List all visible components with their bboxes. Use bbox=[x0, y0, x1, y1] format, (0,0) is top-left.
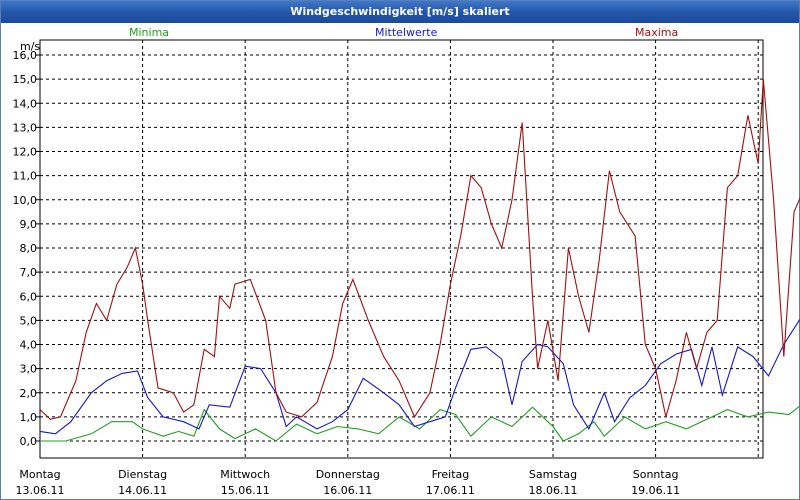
y-tick-label: 13,0 bbox=[13, 121, 38, 134]
y-tick-label: 11,0 bbox=[13, 170, 38, 183]
wind-speed-chart: m/s0,01,02,03,04,05,06,07,08,09,010,011,… bbox=[13, 39, 800, 497]
y-tick-label: 4,0 bbox=[20, 339, 38, 352]
y-tick-label: 9,0 bbox=[20, 218, 38, 231]
x-tick-day-label: Sonntag bbox=[633, 468, 679, 481]
x-tick-date-label: 14.06.11 bbox=[118, 484, 167, 497]
y-tick-label: 6,0 bbox=[20, 290, 38, 303]
maxima-series-line bbox=[39, 79, 800, 420]
y-tick-label: 7,0 bbox=[20, 266, 38, 279]
y-tick-label: 8,0 bbox=[20, 242, 38, 255]
x-tick-day-label: Samstag bbox=[529, 468, 577, 481]
x-tick-day-label: Donnerstag bbox=[316, 468, 380, 481]
y-tick-label: 0,0 bbox=[20, 435, 38, 448]
y-tick-label: 12,0 bbox=[13, 146, 38, 159]
x-tick-date-label: 15.06.11 bbox=[221, 484, 270, 497]
x-tick-day-label: Mittwoch bbox=[220, 468, 270, 481]
x-tick-day-label: Montag bbox=[19, 468, 60, 481]
x-tick-date-label: 18.06.11 bbox=[529, 484, 578, 497]
plot-frame bbox=[39, 39, 764, 459]
y-tick-label: 16,0 bbox=[13, 49, 38, 62]
y-tick-label: 15,0 bbox=[13, 73, 38, 86]
y-tick-label: 10,0 bbox=[13, 194, 38, 207]
x-tick-date-label: 19.06.11 bbox=[631, 484, 680, 497]
y-tick-label: 14,0 bbox=[13, 97, 38, 110]
y-tick-label: 3,0 bbox=[20, 363, 38, 376]
x-tick-date-label: 17.06.11 bbox=[426, 484, 475, 497]
x-tick-date-label: 13.06.11 bbox=[16, 484, 65, 497]
y-tick-label: 1,0 bbox=[20, 411, 38, 424]
x-tick-day-label: Freitag bbox=[432, 468, 470, 481]
y-tick-label: 2,0 bbox=[20, 387, 38, 400]
mittelwerte-series-line bbox=[39, 319, 800, 435]
x-tick-date-label: 16.06.11 bbox=[323, 484, 372, 497]
y-tick-label: 5,0 bbox=[20, 314, 38, 327]
x-tick-day-label: Dienstag bbox=[118, 468, 167, 481]
